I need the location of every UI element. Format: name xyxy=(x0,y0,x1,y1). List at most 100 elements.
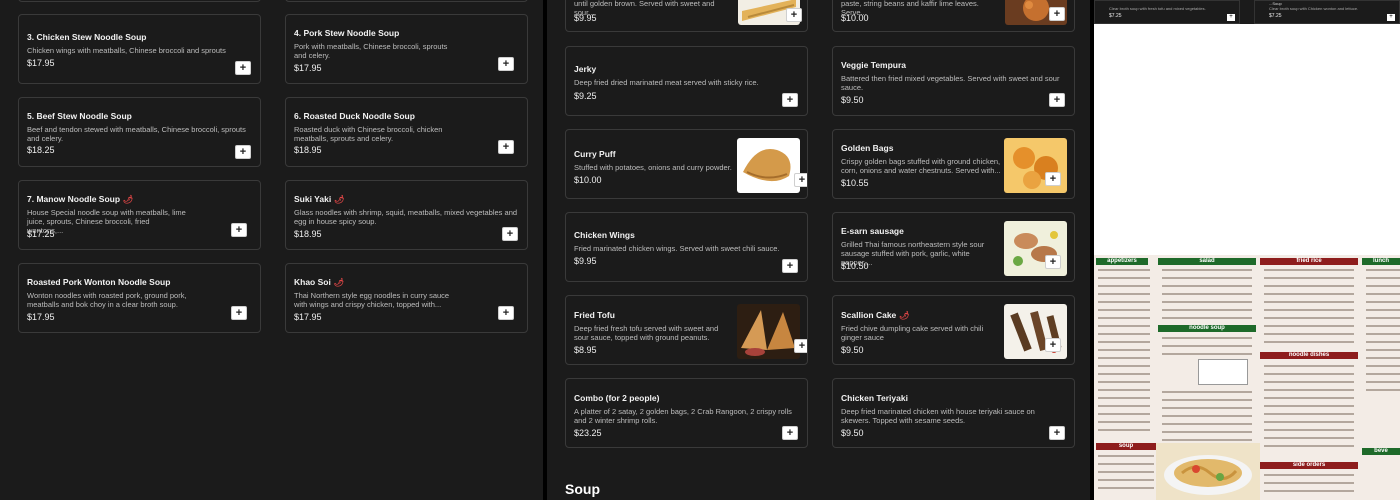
item-name: 4. Pork Stew Noodle Soup xyxy=(294,28,400,38)
menu-header-noodle-dishes: noodle dishes xyxy=(1260,352,1358,359)
item-price: $7.25 xyxy=(1269,13,1282,19)
menu-item-card[interactable]: Scallion Cake 🌶 Fried chive dumpling cake… xyxy=(832,295,1075,365)
item-price: $17.95 xyxy=(27,312,55,322)
item-price: $17.95 xyxy=(294,63,322,73)
item-description: Roasted duck with Chinese broccoli, chic… xyxy=(294,125,443,143)
menu-item-card[interactable]: Veggie Tempura Battered then fried mixed… xyxy=(832,46,1075,116)
item-name: Khao Soi xyxy=(294,277,331,287)
spicy-icon: 🌶 xyxy=(334,195,345,204)
menu-header-noodle-soup: noodle soup xyxy=(1158,325,1256,332)
add-button[interactable]: + xyxy=(498,140,514,154)
section-title-soup: Soup xyxy=(565,481,600,497)
add-button[interactable]: + xyxy=(231,223,247,237)
add-button[interactable]: + xyxy=(1045,338,1061,352)
spicy-icon: 🌶 xyxy=(899,311,910,320)
menu-item-card-partial[interactable]: until golden brown. Served with sweet an… xyxy=(565,0,808,32)
spicy-icon: 🌶 xyxy=(333,278,344,287)
mini-menu-card[interactable]: ...Soup Clear broth soup with Chicken wo… xyxy=(1254,0,1400,24)
add-button[interactable]: + xyxy=(1049,7,1065,21)
add-button[interactable]: + xyxy=(786,8,802,22)
item-description: Clear broth soup with Chicken wonton and… xyxy=(1269,6,1359,11)
menu-item-card[interactable]: Suki Yaki 🌶 Glass noodles with shrimp, sq… xyxy=(285,180,528,250)
item-price: $18.95 xyxy=(294,145,322,155)
item-description: Thai Northern style egg noodles in curry… xyxy=(294,291,450,309)
item-name-row: Suki Yaki 🌶 xyxy=(294,194,344,204)
add-button[interactable]: + xyxy=(498,57,514,71)
menu-header-fried-rice: fried rice xyxy=(1260,258,1358,265)
add-button[interactable]: + xyxy=(235,61,251,75)
item-description: Fried marinated chicken wings. Served wi… xyxy=(574,244,780,253)
add-button[interactable]: + xyxy=(794,173,807,187)
food-image xyxy=(737,304,800,359)
spicy-icon: 🌶 xyxy=(123,195,134,204)
add-button[interactable]: + xyxy=(782,259,798,273)
menu-item-card[interactable]: Combo (for 2 people) A platter of 2 sata… xyxy=(565,378,808,448)
menu-header-beverages: beve xyxy=(1362,448,1400,455)
item-name: 6. Roasted Duck Noodle Soup xyxy=(294,111,415,121)
menu-item-card[interactable]: Golden Bags Crispy golden bags stuffed w… xyxy=(832,129,1075,199)
menu-header-lunch: lunch xyxy=(1362,258,1400,265)
add-button[interactable]: + xyxy=(1227,14,1235,21)
item-name: Suki Yaki xyxy=(294,194,332,204)
menu-item-card[interactable]: Curry Puff Stuffed with potatoes, onions… xyxy=(565,129,808,199)
add-button[interactable]: + xyxy=(782,93,798,107)
item-description: Deep fried marinated chicken with house … xyxy=(841,407,1035,425)
item-price: $10.55 xyxy=(841,178,869,188)
menu-item-card-partial[interactable] xyxy=(18,0,261,2)
menu-panel-appetizers: until golden brown. Served with sweet an… xyxy=(547,0,1090,500)
item-description: until golden brown. Served with sweet an… xyxy=(574,0,715,17)
item-description: Battered then fried mixed vegetables. Se… xyxy=(841,74,1060,92)
item-name: E-sarn sausage xyxy=(841,226,904,236)
item-name: Jerky xyxy=(574,64,597,74)
add-button[interactable]: + xyxy=(1045,172,1061,186)
menu-item-card[interactable]: 6. Roasted Duck Noodle Soup Roasted duck… xyxy=(285,97,528,167)
item-description: Stuffed with potatoes, onions and curry … xyxy=(574,163,732,172)
item-name: Chicken Teriyaki xyxy=(841,393,908,403)
menu-item-card[interactable]: Khao Soi 🌶 Thai Northern style egg noodle… xyxy=(285,263,528,333)
item-name: Combo (for 2 people) xyxy=(574,393,660,403)
add-button[interactable]: + xyxy=(1045,255,1061,269)
item-price: $9.25 xyxy=(574,91,597,101)
item-name-row: Scallion Cake 🌶 xyxy=(841,310,909,320)
menu-item-card[interactable]: Fried Tofu Deep fried fresh tofu served … xyxy=(565,295,808,365)
item-price: $23.25 xyxy=(574,428,602,438)
add-button[interactable]: + xyxy=(782,426,798,440)
menu-header-side-orders: side orders xyxy=(1260,462,1358,469)
menu-item-card[interactable]: 4. Pork Stew Noodle Soup Pork with meatb… xyxy=(285,14,528,84)
menu-item-card[interactable]: 5. Beef Stew Noodle Soup Beef and tendon… xyxy=(18,97,261,167)
menu-item-card[interactable]: E-sarn sausage Grilled Thai famous north… xyxy=(832,212,1075,282)
add-button[interactable]: + xyxy=(1049,426,1065,440)
add-button[interactable]: + xyxy=(235,145,251,159)
food-image xyxy=(737,138,800,193)
menu-item-card-partial[interactable]: paste, string beans and kaffir lime leav… xyxy=(832,0,1075,32)
menu-item-card[interactable]: Jerky Deep fried dried marinated meat se… xyxy=(565,46,808,116)
menu-item-card[interactable]: 3. Chicken Stew Noodle Soup Chicken wing… xyxy=(18,14,261,84)
add-button[interactable]: + xyxy=(794,339,807,353)
item-price: $8.95 xyxy=(574,345,597,355)
item-name-row: Khao Soi 🌶 xyxy=(294,277,344,287)
menu-item-card[interactable]: Roasted Pork Wonton Noodle Soup Wonton n… xyxy=(18,263,261,333)
item-name: 7. Manow Noodle Soup xyxy=(27,194,121,204)
item-name: 5. Beef Stew Noodle Soup xyxy=(27,111,132,121)
item-description: Pork with meatballs, Chinese broccoli, s… xyxy=(294,42,448,60)
item-description: Chicken wings with meatballs, Chinese br… xyxy=(27,46,226,55)
item-price: $10.00 xyxy=(574,175,602,185)
item-price: $9.50 xyxy=(841,95,864,105)
item-description: Clear broth soup with fresh tofu and mix… xyxy=(1109,6,1206,11)
mini-menu-card[interactable]: Clear broth soup with fresh tofu and mix… xyxy=(1094,0,1240,24)
item-description: Beef and tendon stewed with meatballs, C… xyxy=(27,125,246,143)
add-button[interactable]: + xyxy=(231,306,247,320)
add-button[interactable]: + xyxy=(502,227,518,241)
item-price: $17.95 xyxy=(27,58,55,68)
menu-item-card[interactable]: 7. Manow Noodle Soup 🌶 House Special nood… xyxy=(18,180,261,250)
item-price: $10.00 xyxy=(841,13,869,23)
add-button[interactable]: + xyxy=(1049,93,1065,107)
menu-item-card[interactable]: Chicken Wings Fried marinated chicken wi… xyxy=(565,212,808,282)
item-description: Crispy golden bags stuffed with ground c… xyxy=(841,157,1001,175)
add-button[interactable]: + xyxy=(1387,14,1395,21)
menu-item-card[interactable]: Chicken Teriyaki Deep fried marinated ch… xyxy=(832,378,1075,448)
menu-item-card-partial[interactable] xyxy=(285,0,528,2)
item-name: Veggie Tempura xyxy=(841,60,907,70)
add-button[interactable]: + xyxy=(498,306,514,320)
item-price: $17.95 xyxy=(294,312,322,322)
